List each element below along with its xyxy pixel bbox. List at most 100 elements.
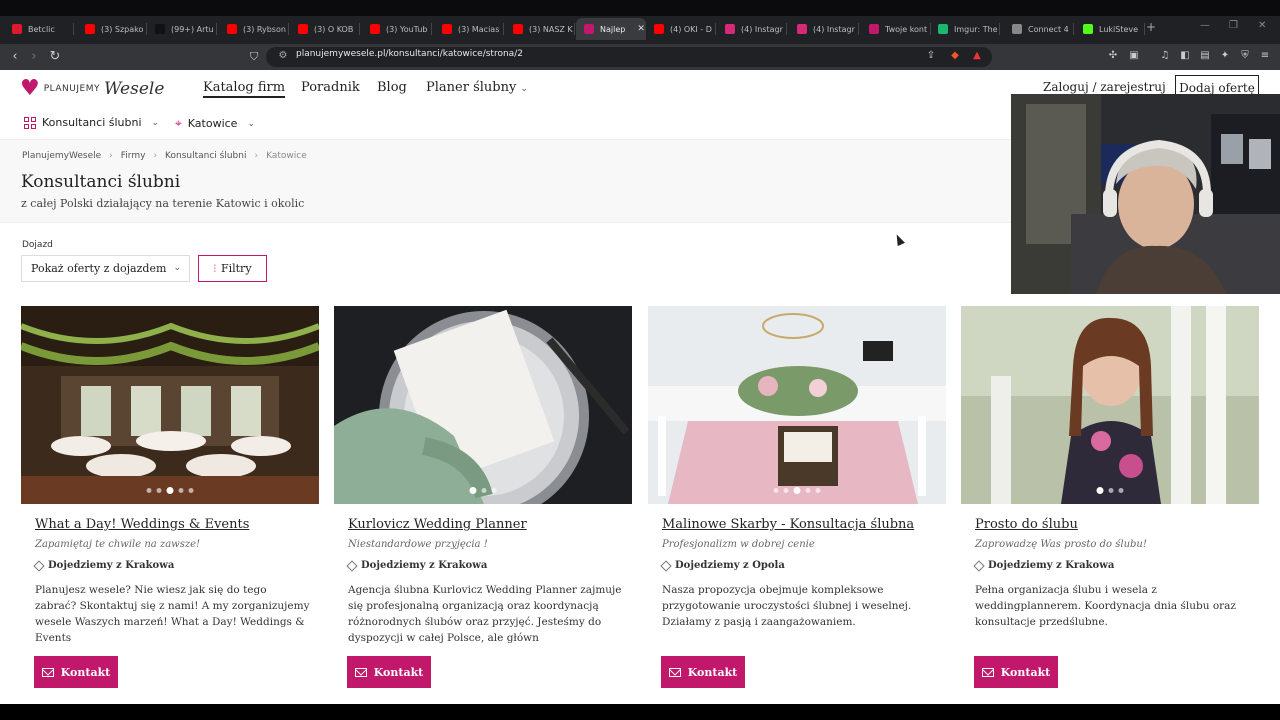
contact-label: Kontakt (373, 665, 424, 679)
vendor-photo[interactable] (21, 306, 319, 504)
tab-favicon-icon (584, 24, 594, 34)
vendor-card[interactable]: Kurlovicz Wedding Planner Niestandardowe… (334, 306, 632, 688)
tab-label: (3) Szpako (101, 24, 144, 34)
screenshot-icon[interactable]: ▣ (1127, 49, 1141, 63)
menu-icon[interactable]: ≡ (1258, 49, 1272, 63)
rewards-icon[interactable]: ▲ (970, 49, 984, 63)
breadcrumb-current: Katowice (266, 151, 307, 161)
chevron-down-icon: ⌄ (173, 263, 181, 273)
category-dropdown[interactable]: Konsultanci ślubni ⌄ (24, 116, 159, 129)
vendor-title[interactable]: Prosto do ślubu (975, 517, 1078, 532)
browser-tab[interactable]: Twoje kont (861, 18, 931, 40)
back-icon[interactable]: ‹ (6, 48, 24, 66)
tab-label: Najlep (600, 24, 626, 34)
vendor-photo[interactable] (334, 306, 632, 504)
tab-favicon-icon (442, 24, 452, 34)
browser-tab[interactable]: Connect 4 (1004, 18, 1074, 40)
browser-tab[interactable]: (3) Szpako (77, 18, 147, 40)
new-tab-icon[interactable]: + (1146, 20, 1156, 34)
vendor-card[interactable]: Malinowe Skarby - Konsultacja ślubna Pro… (648, 306, 946, 688)
travel-select[interactable]: Pokaż oferty z dojazdem ⌄ (21, 255, 190, 282)
extensions-icon[interactable]: ✣ (1106, 49, 1120, 63)
browser-tab[interactable]: (3) NASZ K (505, 18, 575, 40)
carousel-dots[interactable] (1096, 487, 1124, 494)
envelope-icon (354, 667, 367, 677)
vendor-title[interactable]: Malinowe Skarby - Konsultacja ślubna (662, 517, 914, 532)
vendor-title[interactable]: Kurlovicz Wedding Planner (348, 517, 527, 532)
bookmark-icon[interactable]: ⛉ (245, 48, 263, 66)
browser-tab[interactable]: (3) YouTub (362, 18, 432, 40)
vpn-icon[interactable]: ⛨ (1238, 49, 1252, 63)
browser-tab[interactable]: (4) Instagr (717, 18, 787, 40)
site-logo[interactable]: ♥ PLANUJEMY Wesele (20, 78, 164, 100)
contact-button[interactable]: Kontakt (661, 656, 745, 688)
breadcrumb-firms[interactable]: Firmy (121, 151, 146, 161)
contact-button[interactable]: Kontakt (974, 656, 1058, 688)
maximize-icon[interactable]: ❐ (1229, 20, 1238, 31)
tab-favicon-icon (797, 24, 807, 34)
nav-guide[interactable]: Poradnik (301, 80, 360, 95)
tab-divider (1144, 23, 1145, 35)
close-window-icon[interactable]: ✕ (1258, 20, 1266, 31)
nav-planner[interactable]: Planer ślubny ⌄ (426, 80, 528, 95)
sidebar-icon[interactable]: ◧ (1178, 49, 1192, 63)
tab-label: Betclic (28, 24, 55, 34)
vendor-location-text: Dojedziemy z Krakowa (48, 560, 175, 571)
tab-favicon-icon (513, 24, 523, 34)
carousel-dots[interactable] (773, 487, 821, 494)
browser-tab[interactable]: (3) Rybson (219, 18, 289, 40)
browser-tab[interactable]: (3) O KOB (290, 18, 360, 40)
bottom-letterbox (0, 704, 1280, 720)
forward-icon[interactable]: › (25, 48, 43, 66)
leo-icon[interactable]: ✦ (1218, 49, 1232, 63)
wallet-icon[interactable]: ▤ (1198, 49, 1212, 63)
travel-filter-label: Dojazd (22, 240, 53, 250)
vendor-title[interactable]: What a Day! Weddings & Events (35, 517, 249, 532)
browser-tab[interactable]: (4) Instagr (789, 18, 859, 40)
close-tab-icon[interactable]: ✕ (637, 24, 645, 34)
tab-label: Twoje kont (885, 24, 928, 34)
site-info-icon[interactable]: ⚙ (276, 49, 290, 63)
vendor-card[interactable]: Prosto do ślubu Zaprowadzę Was prosto do… (961, 306, 1259, 688)
breadcrumb-home[interactable]: PlanujemyWesele (22, 151, 101, 161)
vendor-photo[interactable] (648, 306, 946, 504)
reload-icon[interactable]: ↻ (46, 48, 64, 66)
contact-button[interactable]: Kontakt (347, 656, 431, 688)
browser-tab[interactable]: LukiSteve (1075, 18, 1145, 40)
media-icon[interactable]: ♫ (1158, 49, 1172, 63)
tab-divider (431, 23, 432, 35)
tab-label: (3) NASZ K (529, 24, 573, 34)
heart-logo-icon: ♥ (20, 76, 40, 101)
filters-button[interactable]: ⫶ Filtry (198, 255, 267, 282)
browser-tab[interactable]: Najlep ✕ (576, 18, 646, 40)
contact-button[interactable]: Kontakt (34, 656, 118, 688)
url-text[interactable]: planujemywesele.pl/konsultanci/katowice/… (296, 49, 523, 59)
minimize-icon[interactable]: — (1200, 20, 1210, 31)
login-link[interactable]: Zaloguj / zarejestruj (1043, 80, 1166, 94)
brave-shield-icon[interactable]: ◆ (948, 49, 962, 63)
share-icon[interactable]: ⇪ (924, 49, 938, 63)
browser-tab[interactable]: Betclic (4, 18, 74, 40)
browser-tab[interactable]: (99+) Artu (147, 18, 217, 40)
breadcrumb-category[interactable]: Konsultanci ślubni (165, 151, 246, 161)
nav-blog[interactable]: Blog (377, 80, 407, 95)
tab-divider (216, 23, 217, 35)
nav-catalog[interactable]: Katalog firm (203, 80, 286, 98)
browser-address-bar: ‹ › ↻ ⛉ (0, 44, 1280, 70)
carousel-dots[interactable] (469, 487, 497, 494)
contact-label: Kontakt (60, 665, 111, 679)
envelope-icon (41, 667, 54, 677)
tab-label: (3) YouTub (386, 24, 428, 34)
browser-tab[interactable]: (3) Macias (434, 18, 504, 40)
tab-label: (4) Instagr (741, 24, 783, 34)
browser-tab[interactable]: (4) OKI - D (646, 18, 716, 40)
carousel-dots[interactable] (146, 487, 194, 494)
browser-tab[interactable]: Imgur: The (930, 18, 1000, 40)
vendor-photo[interactable] (961, 306, 1259, 504)
vendor-tagline: Zaprowadzę Was prosto do ślubu! (975, 539, 1147, 550)
page-subtitle: z całej Polski działający na terenie Kat… (21, 197, 305, 210)
city-dropdown[interactable]: ⌖ Katowice ⌄ (175, 116, 255, 131)
tab-favicon-icon (298, 24, 308, 34)
vendor-card[interactable]: What a Day! Weddings & Events Zapamiętaj… (21, 306, 319, 688)
chevron-down-icon: ⌄ (151, 117, 160, 128)
